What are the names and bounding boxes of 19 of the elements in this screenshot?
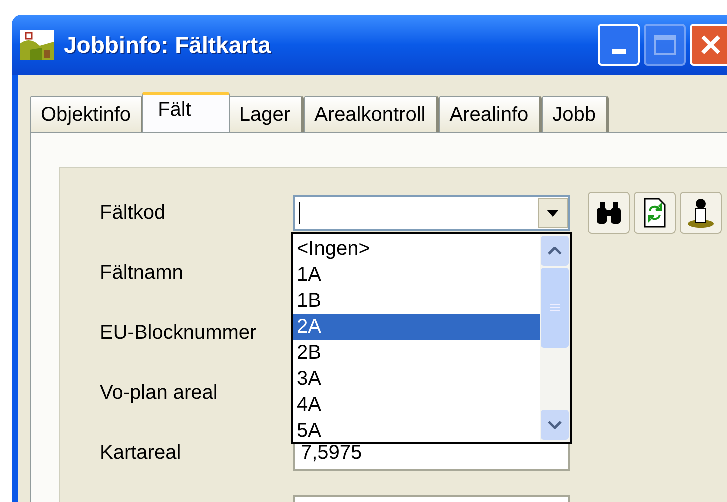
field-label: Fältkod bbox=[100, 201, 167, 226]
window-title: Jobbinfo: Fältkarta bbox=[64, 30, 272, 60]
list-item[interactable]: 3A bbox=[293, 366, 540, 392]
tab[interactable]: Objektinfo bbox=[30, 96, 144, 132]
tab[interactable]: Jobb bbox=[542, 96, 610, 132]
tab[interactable]: Lager bbox=[228, 96, 304, 132]
list-item[interactable]: 1A bbox=[293, 262, 540, 288]
tab[interactable]: Arealkontroll bbox=[304, 96, 439, 132]
list-item[interactable]: <Ingen> bbox=[293, 236, 540, 262]
list-item[interactable]: 4A bbox=[293, 392, 540, 418]
tab[interactable]: Fält bbox=[142, 92, 230, 132]
field-label: EU-Blocknummer bbox=[100, 321, 258, 346]
field-label: Fältnamn bbox=[100, 261, 184, 286]
field-label: Kartareal bbox=[100, 441, 182, 466]
list-item[interactable]: 2A bbox=[293, 314, 540, 340]
field-label: Vo-plan areal bbox=[100, 381, 219, 406]
list-item[interactable]: 1B bbox=[293, 288, 540, 314]
tab[interactable]: Arealinfo bbox=[438, 96, 542, 132]
list-item[interactable]: 2B bbox=[293, 340, 540, 366]
